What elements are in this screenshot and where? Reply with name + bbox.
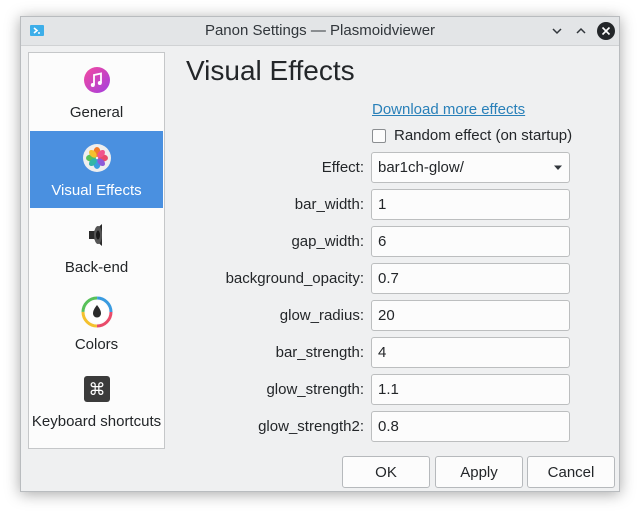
title-bar[interactable]: Panon Settings — Plasmoidviewer	[21, 17, 619, 46]
flower-icon	[83, 144, 111, 172]
color-drop-icon	[81, 296, 113, 328]
minimize-button[interactable]	[547, 21, 567, 41]
background-opacity-field[interactable]	[371, 263, 570, 294]
bar-strength-field[interactable]	[371, 337, 570, 368]
svg-text:⌘: ⌘	[89, 380, 106, 400]
apply-button[interactable]: Apply	[435, 456, 523, 488]
sidebar-item-label: Colors	[74, 336, 119, 353]
music-note-icon	[84, 67, 110, 93]
sidebar-item-label: Visual Effects	[51, 182, 142, 199]
bar-strength-label: bar_strength:	[275, 344, 364, 361]
ok-button[interactable]: OK	[342, 456, 430, 488]
close-button[interactable]	[596, 21, 616, 41]
glow-radius-label: glow_radius:	[279, 307, 364, 324]
window-title: Panon Settings — Plasmoidviewer	[204, 22, 436, 39]
gap-width-label: gap_width:	[291, 233, 364, 250]
sidebar-item-label: General	[69, 104, 124, 121]
sidebar-item-colors[interactable]: Colors	[30, 285, 163, 362]
random-effect-row: Random effect (on startup)	[372, 127, 572, 144]
maximize-icon	[576, 27, 586, 34]
chevron-down-icon	[554, 165, 562, 170]
minimize-icon	[552, 28, 562, 35]
close-icon	[597, 22, 615, 40]
glow-strength-field[interactable]	[371, 374, 570, 405]
background-opacity-label: background_opacity:	[225, 270, 364, 287]
effect-dropdown[interactable]: bar1ch-glow/	[371, 152, 570, 183]
bar-width-label: bar_width:	[294, 196, 364, 213]
effect-label: Effect:	[321, 159, 364, 176]
gap-width-field[interactable]	[371, 226, 570, 257]
sidebar-item-keyboard-shortcuts[interactable]: ⌘ Keyboard shortcuts	[30, 362, 163, 439]
sidebar-item-visual-effects[interactable]: Visual Effects	[30, 131, 163, 208]
glow-radius-field[interactable]	[371, 300, 570, 331]
download-effects-link[interactable]: Download more effects	[372, 101, 525, 118]
sidebar-item-label: Back-end	[64, 259, 129, 276]
effect-dropdown-value: bar1ch-glow/	[378, 159, 464, 176]
random-effect-label[interactable]: Random effect (on startup)	[394, 127, 572, 144]
settings-window: Panon Settings — Plasmoidviewer General …	[20, 16, 620, 492]
sidebar-item-back-end[interactable]: Back-end	[30, 208, 163, 285]
cancel-button[interactable]: Cancel	[527, 456, 615, 488]
speaker-icon	[89, 224, 102, 246]
sidebar-item-label: Keyboard shortcuts	[31, 413, 162, 430]
glow-strength2-label: glow_strength2:	[258, 418, 364, 435]
command-key-icon: ⌘	[84, 376, 110, 402]
maximize-button[interactable]	[571, 21, 591, 41]
sidebar-item-general[interactable]: General	[30, 53, 163, 130]
page-title: Visual Effects	[186, 55, 355, 86]
glow-strength2-field[interactable]	[371, 411, 570, 442]
sidebar: General Visual Effects Back-end Colors ⌘…	[28, 52, 165, 449]
glow-strength-label: glow_strength:	[266, 381, 364, 398]
random-effect-checkbox[interactable]	[372, 128, 386, 143]
bar-width-field[interactable]	[371, 189, 570, 220]
